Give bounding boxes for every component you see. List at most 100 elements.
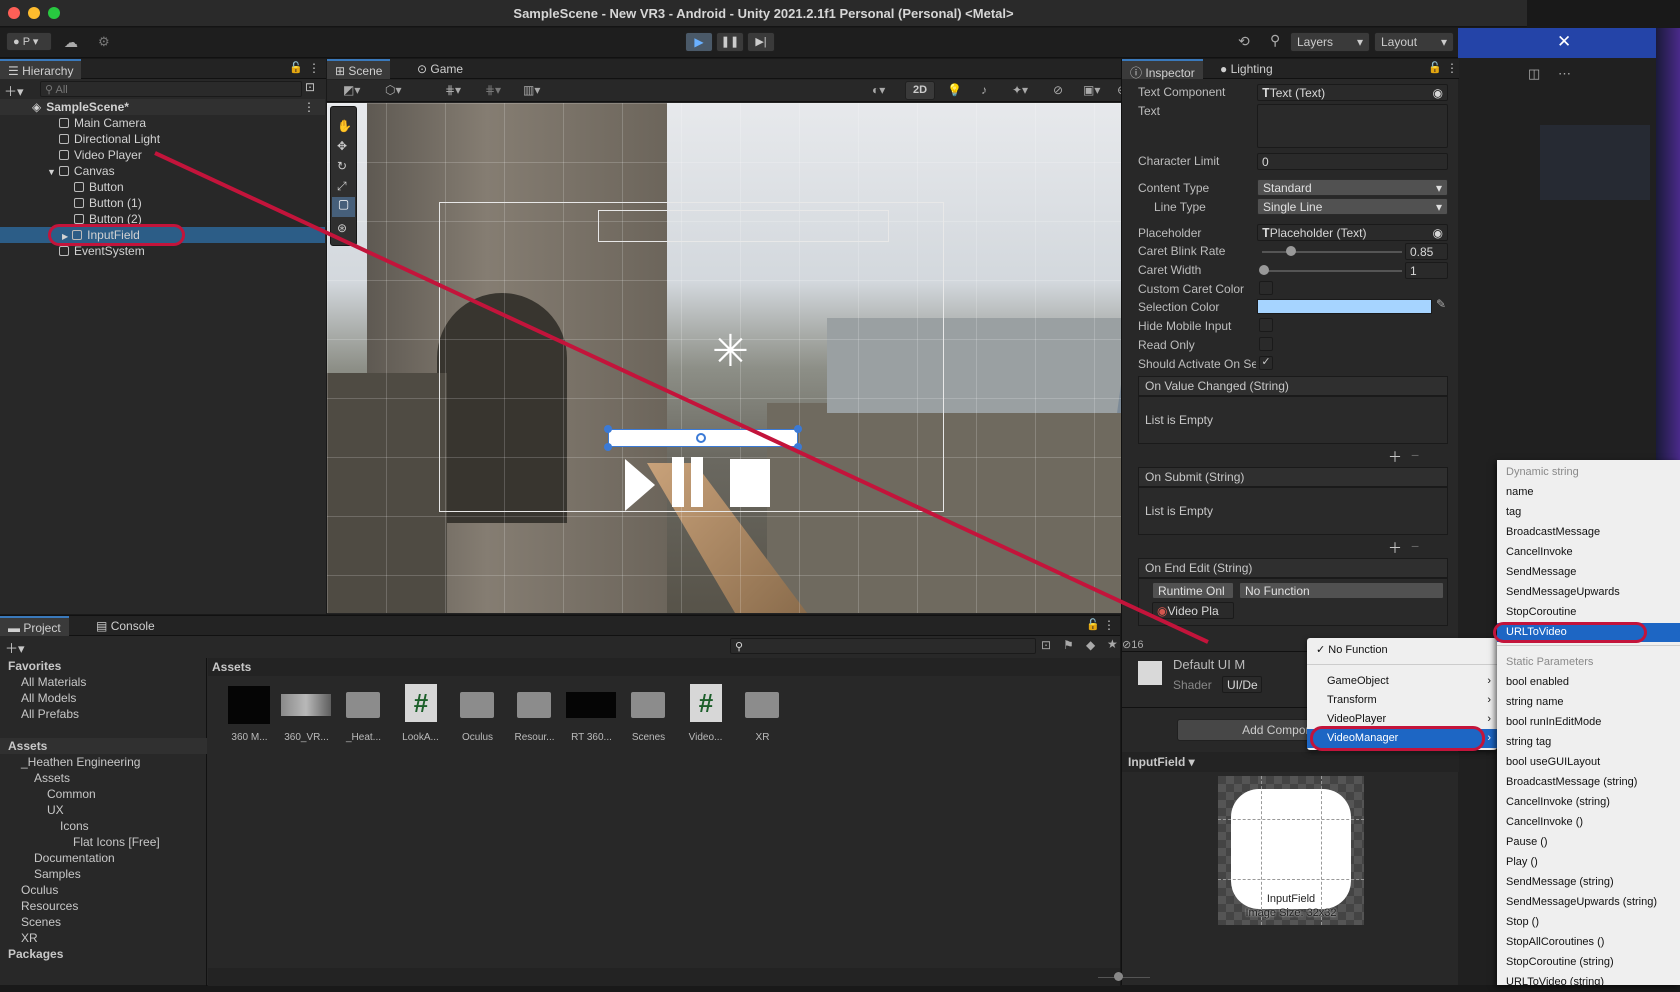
- scene-viewport[interactable]: ✳: [327, 103, 1166, 613]
- pivot-handle[interactable]: [696, 433, 706, 443]
- menu-item-gameobject[interactable]: GameObject ›: [1307, 672, 1497, 691]
- play-ui-icon[interactable]: [625, 459, 655, 511]
- asset-item[interactable]: Scenes: [621, 680, 676, 750]
- placeholder-field[interactable]: 𝐓Placeholder (Text) ◉: [1257, 224, 1448, 241]
- resize-handle[interactable]: [604, 443, 612, 451]
- slider-thumb[interactable]: [1259, 265, 1269, 275]
- tree-item[interactable]: Documentation: [34, 850, 115, 866]
- favorite-star-icon[interactable]: ★: [1107, 637, 1118, 651]
- lock-icon[interactable]: 🔓: [289, 61, 303, 74]
- hide-mobile-input-checkbox[interactable]: [1259, 318, 1273, 332]
- asset-item[interactable]: 360_VR...: [279, 680, 334, 750]
- selection-color-swatch[interactable]: [1257, 299, 1432, 314]
- asset-item[interactable]: XR: [735, 680, 790, 750]
- tree-item[interactable]: UX: [47, 802, 64, 818]
- submenu-item[interactable]: StopCoroutine (string): [1497, 953, 1680, 972]
- kebab-menu-icon[interactable]: ⋮: [303, 99, 315, 115]
- project-search-input[interactable]: ⚲: [730, 638, 1036, 654]
- layers-dropdown[interactable]: Layers ▾: [1290, 32, 1370, 52]
- caret-width-input[interactable]: 1: [1405, 262, 1448, 279]
- lock-icon[interactable]: 🔓: [1086, 618, 1100, 631]
- submenu-item[interactable]: BroadcastMessage: [1497, 523, 1680, 542]
- remove-event-button[interactable]: −: [1411, 538, 1419, 554]
- rotate-tool-icon[interactable]: ↻: [337, 159, 347, 173]
- kebab-menu-icon[interactable]: ⋮: [1446, 61, 1458, 75]
- tab-scene[interactable]: ⊞ Scene: [327, 59, 391, 79]
- split-icon[interactable]: ◫: [1528, 66, 1540, 82]
- submenu-item[interactable]: bool runInEditMode: [1497, 713, 1680, 732]
- submenu-item[interactable]: StopAllCoroutines (): [1497, 933, 1680, 952]
- assets-breadcrumb[interactable]: Assets: [208, 658, 1120, 676]
- resize-handle[interactable]: [604, 425, 612, 433]
- object-picker-icon[interactable]: ◉: [1433, 226, 1443, 240]
- audio-toggle-icon[interactable]: ♪: [981, 83, 987, 97]
- cloud-icon[interactable]: ☁: [64, 34, 78, 51]
- effects-icon[interactable]: ✦▾: [1012, 83, 1028, 97]
- play-button[interactable]: ▶: [685, 32, 713, 52]
- search-filter-icon[interactable]: ⊡: [1041, 638, 1051, 652]
- submenu-item[interactable]: BroadcastMessage (string): [1497, 773, 1680, 792]
- tree-item[interactable]: Common: [47, 786, 96, 802]
- tree-item[interactable]: XR: [21, 930, 38, 946]
- character-limit-input[interactable]: 0: [1257, 153, 1448, 170]
- tab-lighting[interactable]: ● Lighting: [1212, 59, 1281, 79]
- hierarchy-scene-row[interactable]: ◈ SampleScene* ⋮: [0, 99, 325, 115]
- hierarchy-search-input[interactable]: ⚲ All: [40, 81, 302, 97]
- caret-width-slider[interactable]: [1262, 270, 1402, 272]
- asset-item[interactable]: Oculus: [450, 680, 505, 750]
- submenu-item[interactable]: CancelInvoke (): [1497, 813, 1680, 832]
- hierarchy-item-eventsystem[interactable]: EventSystem: [0, 243, 325, 259]
- increment-snap-icon[interactable]: ⋕▾: [485, 83, 501, 97]
- asset-item[interactable]: RT 360...: [564, 680, 619, 750]
- kebab-menu-icon[interactable]: ⋮: [308, 61, 320, 75]
- submenu-item[interactable]: SendMessageUpwards: [1497, 583, 1680, 602]
- text-component-field[interactable]: 𝐓Text (Text) ◉: [1257, 84, 1448, 101]
- runtime-mode-dropdown[interactable]: Runtime Onl ▾: [1152, 582, 1234, 612]
- menu-item-transform[interactable]: Transform ›: [1307, 691, 1497, 710]
- hierarchy-item-main-camera[interactable]: Main Camera: [0, 115, 325, 131]
- submenu-item[interactable]: Stop (): [1497, 913, 1680, 932]
- move-tool-icon[interactable]: ✥: [337, 139, 347, 153]
- hierarchy-item-directional-light[interactable]: Directional Light: [0, 131, 325, 147]
- submenu-item[interactable]: bool enabled: [1497, 673, 1680, 692]
- asset-item[interactable]: Resour...: [507, 680, 562, 750]
- eyedropper-icon[interactable]: ✎: [1436, 297, 1446, 311]
- stop-ui-icon[interactable]: [730, 459, 770, 507]
- grid-snap-icon[interactable]: ⋕▾: [445, 83, 461, 97]
- submenu-item[interactable]: SendMessage (string): [1497, 873, 1680, 892]
- submenu-item[interactable]: Play (): [1497, 853, 1680, 872]
- close-icon[interactable]: ✕: [1557, 32, 1571, 52]
- add-event-button[interactable]: ＋: [1388, 447, 1402, 467]
- submenu-item[interactable]: URLToVideo (string): [1497, 973, 1680, 992]
- label-filter-icon[interactable]: ◆: [1086, 638, 1095, 652]
- hierarchy-item-canvas[interactable]: ▼ Canvas: [0, 163, 325, 179]
- submenu-item[interactable]: StopCoroutine: [1497, 603, 1680, 622]
- read-only-checkbox[interactable]: [1259, 337, 1273, 351]
- tree-item[interactable]: Resources: [21, 898, 78, 914]
- tab-hierarchy[interactable]: ☰ Hierarchy: [0, 59, 82, 79]
- function-dropdown[interactable]: No Function: [1239, 582, 1444, 599]
- submenu-item[interactable]: SendMessageUpwards (string): [1497, 893, 1680, 912]
- shading-icon[interactable]: ◐▾: [872, 83, 885, 97]
- hierarchy-item-video-player[interactable]: Video Player: [0, 147, 325, 163]
- expand-arrow-icon[interactable]: ▼: [47, 167, 56, 177]
- remove-event-button[interactable]: −: [1411, 447, 1419, 463]
- lighting-toggle-icon[interactable]: 💡: [947, 83, 962, 97]
- submenu-item[interactable]: CancelInvoke: [1497, 543, 1680, 562]
- add-object-button[interactable]: ＋▾: [4, 81, 24, 100]
- transform-tool-icon[interactable]: ⊛: [337, 221, 347, 235]
- shader-dropdown[interactable]: UI/De: [1222, 676, 1262, 693]
- account-dropdown[interactable]: ● P ▾: [6, 32, 52, 51]
- submenu-item[interactable]: tag: [1497, 503, 1680, 522]
- tab-project[interactable]: ▬ Project: [0, 616, 69, 636]
- lock-icon[interactable]: 🔓: [1428, 61, 1442, 74]
- line-type-dropdown[interactable]: Single Line ▾: [1257, 198, 1448, 215]
- ruler-icon[interactable]: ▥▾: [523, 83, 540, 97]
- tree-item[interactable]: All Materials: [21, 674, 86, 690]
- step-button[interactable]: ▶|: [747, 32, 775, 52]
- tab-inspector[interactable]: ⓘ Inspector: [1122, 59, 1203, 80]
- resize-handle[interactable]: [794, 425, 802, 433]
- scale-tool-icon[interactable]: ⤢: [337, 179, 347, 194]
- tree-item[interactable]: Scenes: [21, 914, 61, 930]
- submenu-item[interactable]: SendMessage: [1497, 563, 1680, 582]
